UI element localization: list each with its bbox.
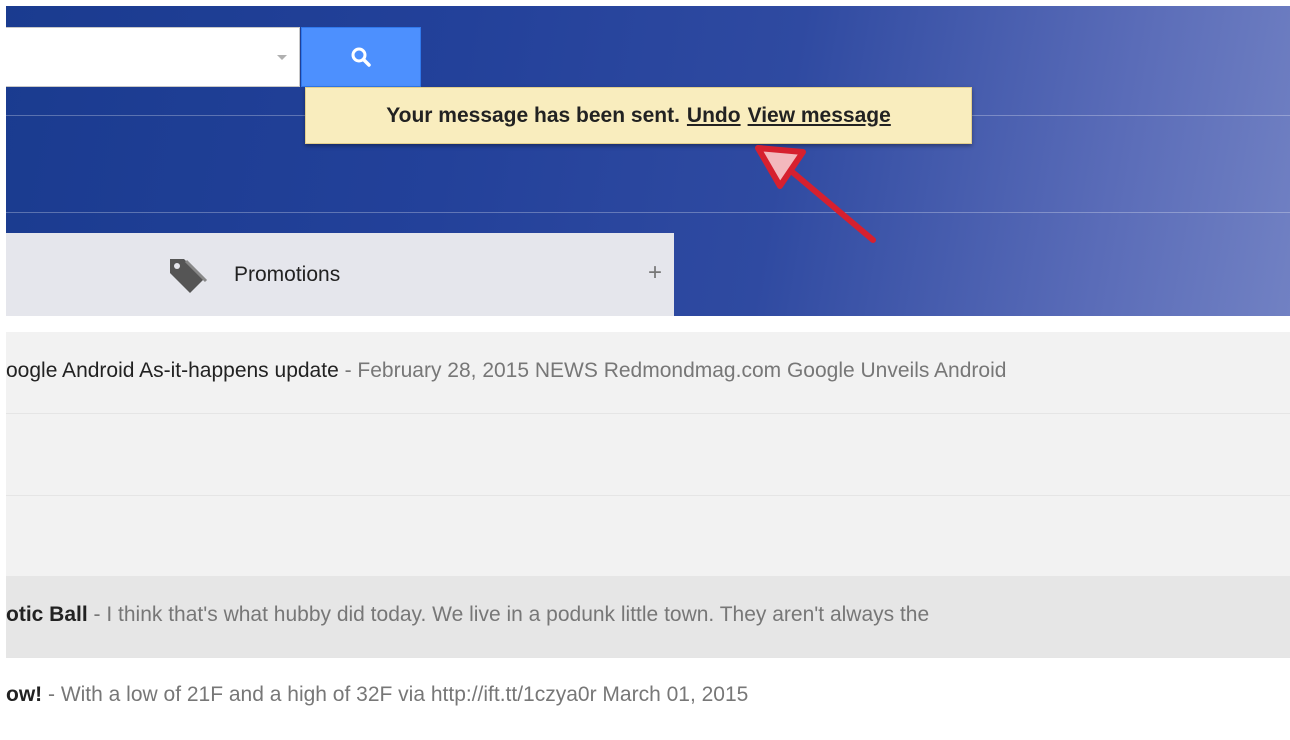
- email-text: ow! - With a low of 21F and a high of 32…: [6, 683, 748, 707]
- add-tab-button[interactable]: +: [648, 259, 662, 287]
- tab-promotions[interactable]: Promotions: [160, 233, 480, 316]
- email-row[interactable]: ow! - With a low of 21F and a high of 32…: [0, 658, 1290, 740]
- tag-icon: [170, 259, 208, 293]
- top-edge: [0, 0, 1290, 6]
- email-text: otic Ball - I think that's what hubby di…: [6, 603, 929, 627]
- search-button[interactable]: [301, 27, 421, 87]
- email-row[interactable]: [0, 496, 1290, 578]
- undo-link[interactable]: Undo: [687, 104, 741, 128]
- sent-notification: Your message has been sent. Undo View me…: [305, 87, 972, 144]
- email-text: oogle Android As-it-happens update - Feb…: [6, 359, 1006, 383]
- view-message-link[interactable]: View message: [748, 104, 891, 128]
- email-row[interactable]: otic Ball - I think that's what hubby di…: [0, 576, 1290, 658]
- search-icon: [351, 47, 371, 67]
- email-snippet: - I think that's what hubby did today. W…: [87, 603, 930, 626]
- email-sender: otic Ball: [6, 603, 88, 626]
- tab-promotions-label: Promotions: [234, 263, 341, 286]
- email-sender: ow!: [6, 683, 43, 706]
- header-divider: [6, 212, 1290, 213]
- email-snippet: - With a low of 21F and a high of 32F vi…: [42, 683, 749, 706]
- category-tabs: Promotions +: [0, 233, 674, 316]
- email-snippet: - February 28, 2015 NEWS Redmondmag.com …: [344, 359, 1007, 382]
- email-row[interactable]: oogle Android As-it-happens update - Feb…: [0, 332, 1290, 414]
- search-options-caret[interactable]: [277, 55, 287, 60]
- email-subject: oogle Android As-it-happens update: [6, 359, 339, 382]
- search-input[interactable]: [0, 27, 300, 87]
- email-row[interactable]: [0, 414, 1290, 496]
- left-edge: [0, 0, 6, 694]
- sent-message: Your message has been sent.: [386, 103, 680, 127]
